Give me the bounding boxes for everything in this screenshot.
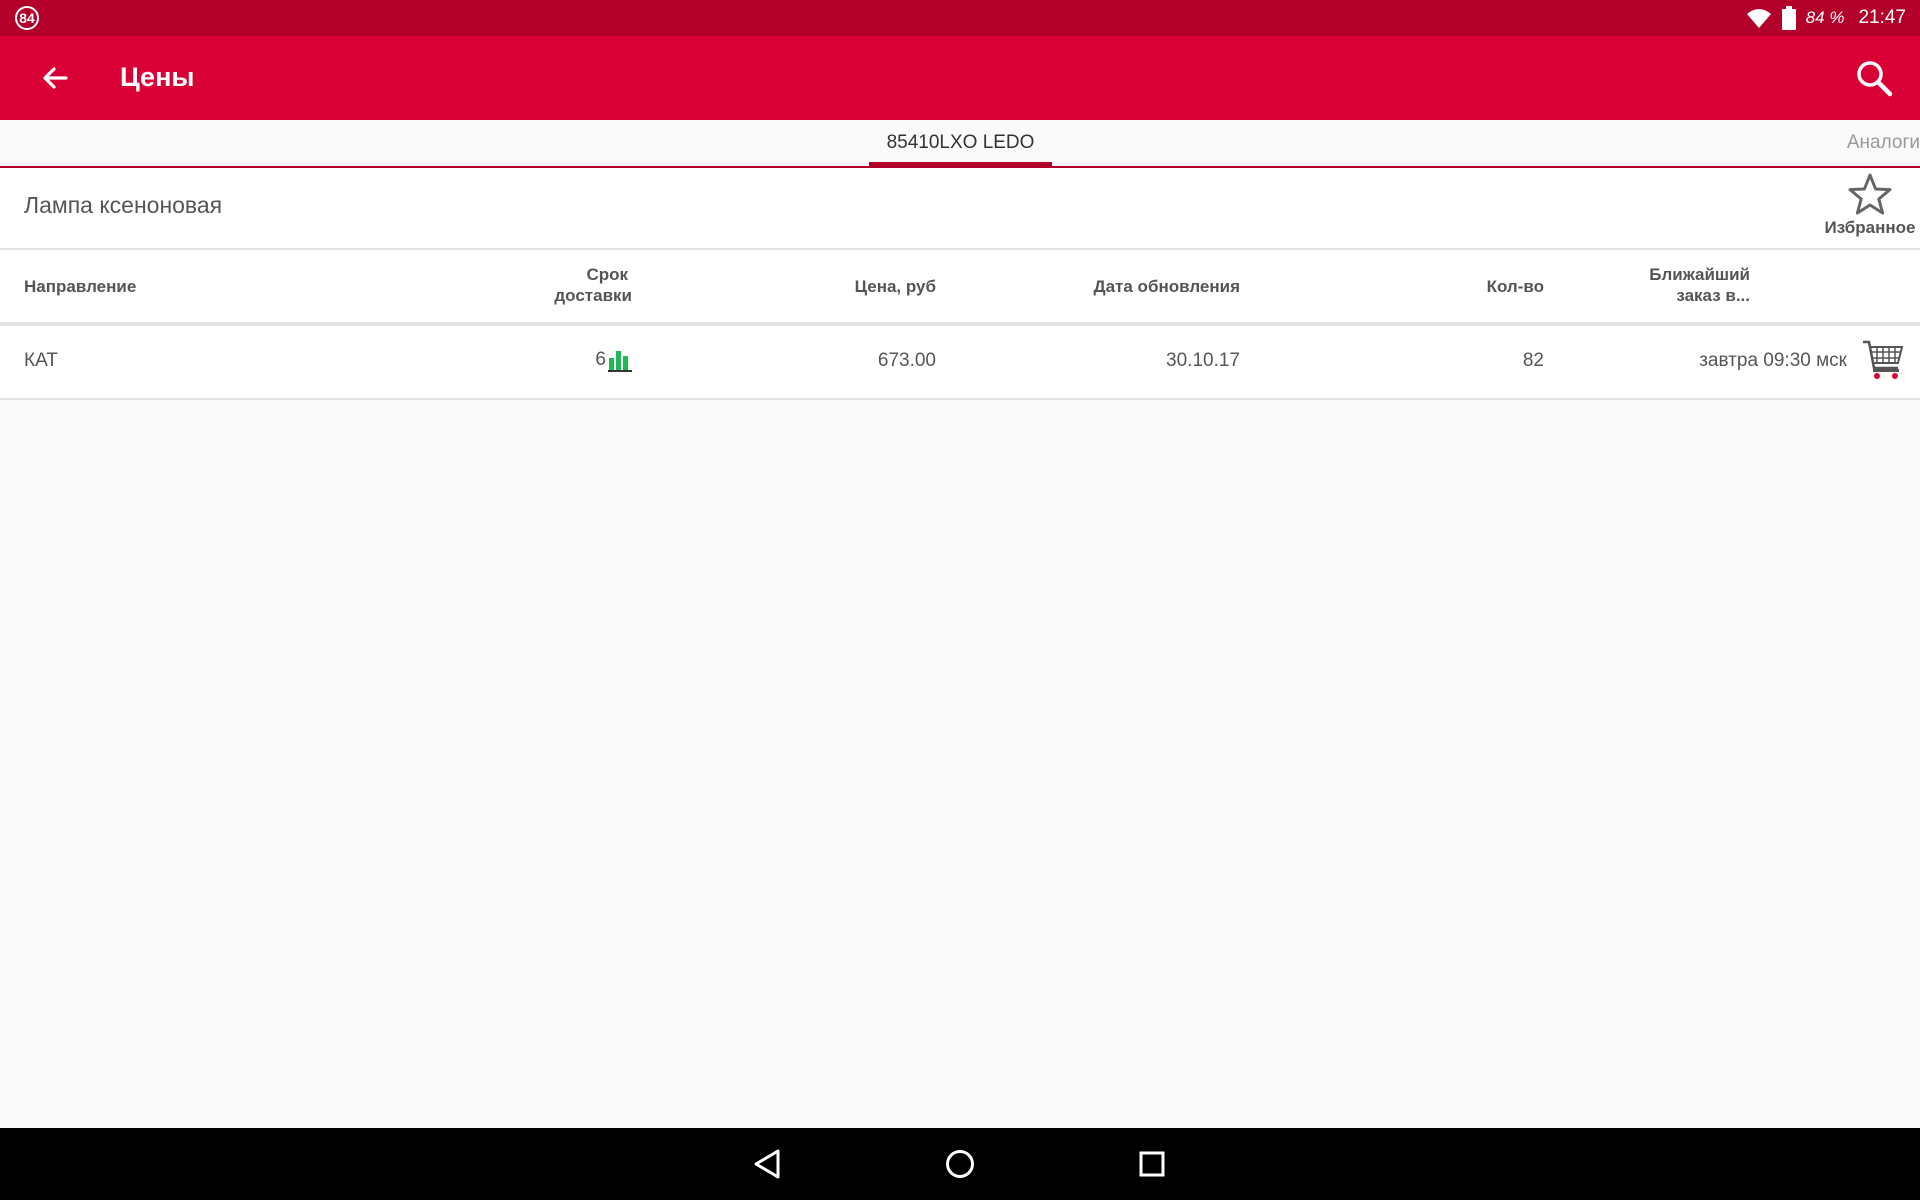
search-icon[interactable] [1852, 56, 1896, 100]
cart-icon[interactable] [1862, 338, 1904, 382]
product-header: Лампа ксеноновая Избранное [0, 168, 1920, 250]
favorite-button[interactable]: Избранное [1822, 172, 1918, 246]
col-term-line2: доставки [554, 286, 632, 305]
col-nearest-line2: заказ в... [1676, 286, 1750, 305]
cell-term: 6 [540, 348, 632, 372]
status-right: 84 % 21:47 [1746, 0, 1906, 36]
term-value: 6 [595, 349, 606, 370]
table-row[interactable]: КАТ 6 673.00 30.10.17 82 завтра 09:30 мс… [0, 326, 1920, 400]
page-title: Цены [120, 62, 195, 92]
col-nearest[interactable]: Ближайший заказ в... [1600, 264, 1750, 306]
star-outline-icon [1848, 173, 1892, 215]
col-nearest-line1: Ближайший [1649, 265, 1750, 284]
col-date[interactable]: Дата обновления [1060, 276, 1240, 297]
col-qty[interactable]: Кол-во [1400, 276, 1544, 297]
favorite-label: Избранное [1824, 218, 1916, 237]
notification-badge: 84 [15, 6, 39, 30]
nav-back-icon[interactable] [749, 1144, 789, 1184]
cell-date: 30.10.17 [1166, 350, 1240, 371]
nav-recents-icon[interactable] [1132, 1144, 1172, 1184]
cell-nearest: завтра 09:30 мск [1699, 350, 1847, 371]
app-toolbar: Цены [0, 36, 1920, 120]
product-name: Лампа ксеноновая [24, 192, 223, 218]
battery-percent: 84 % [1805, 8, 1845, 27]
col-price[interactable]: Цена, руб [786, 276, 936, 297]
bar-chart-icon[interactable] [608, 348, 632, 372]
wifi-icon [1746, 9, 1771, 28]
battery-icon [1781, 6, 1796, 30]
cell-price: 673.00 [877, 350, 936, 371]
clock: 21:47 [1858, 7, 1906, 28]
cell-direction: КАТ [24, 350, 58, 371]
tab-bar: 85410LXO LEDO Аналоги [0, 120, 1920, 168]
nav-home-icon[interactable] [940, 1144, 980, 1184]
col-term-line1: Срок [586, 265, 628, 284]
cell-qty: 82 [1522, 350, 1544, 371]
table-header: Направление Срок доставки Цена, руб Дата… [0, 250, 1920, 326]
tab-analogs[interactable]: Аналоги [1847, 120, 1920, 166]
col-term[interactable]: Срок доставки [532, 264, 632, 306]
col-direction[interactable]: Направление [24, 276, 136, 297]
system-nav-bar [0, 1128, 1920, 1200]
status-bar: 84 84 % 21:47 [0, 0, 1920, 36]
tab-indicator [869, 162, 1052, 167]
arrow-left-icon[interactable] [34, 56, 78, 100]
tab-product[interactable]: 85410LXO LEDO [869, 120, 1052, 166]
